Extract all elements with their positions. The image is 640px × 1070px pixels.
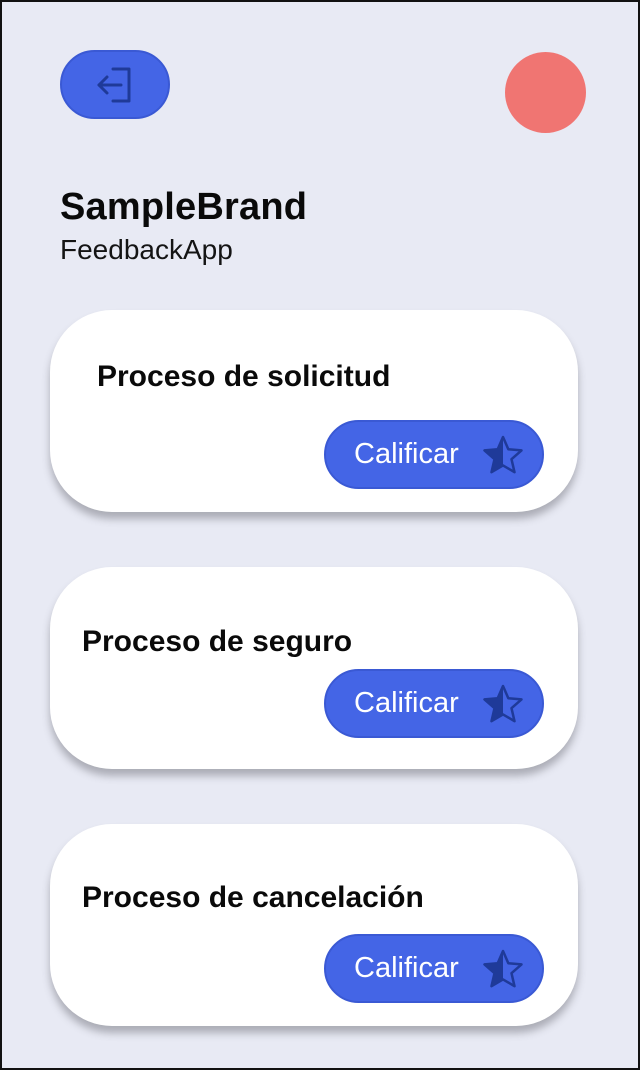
rate-button-label: Calificar <box>354 438 459 470</box>
avatar[interactable] <box>505 52 586 133</box>
brand-name: SampleBrand <box>60 186 308 228</box>
card-title: Proceso de cancelación <box>82 881 424 914</box>
card-title: Proceso de solicitud <box>97 360 391 393</box>
rate-button[interactable]: Calificar <box>324 934 544 1003</box>
logout-icon <box>97 67 131 102</box>
rate-button[interactable]: Calificar <box>324 420 544 489</box>
app-screen: SampleBrand FeedbackApp Proceso de solic… <box>0 0 640 1070</box>
rate-button-label: Calificar <box>354 952 459 984</box>
rate-button[interactable]: Calificar <box>324 669 544 738</box>
star-icon <box>483 949 523 987</box>
logout-button[interactable] <box>60 50 170 119</box>
star-icon <box>483 684 523 722</box>
process-card: Proceso de solicitud Calificar <box>50 310 578 512</box>
app-name: FeedbackApp <box>60 234 233 265</box>
process-card: Proceso de cancelación Calificar <box>50 824 578 1026</box>
star-icon <box>483 435 523 473</box>
card-title: Proceso de seguro <box>82 625 353 658</box>
rate-button-label: Calificar <box>354 687 459 719</box>
process-card: Proceso de seguro Calificar <box>50 567 578 769</box>
